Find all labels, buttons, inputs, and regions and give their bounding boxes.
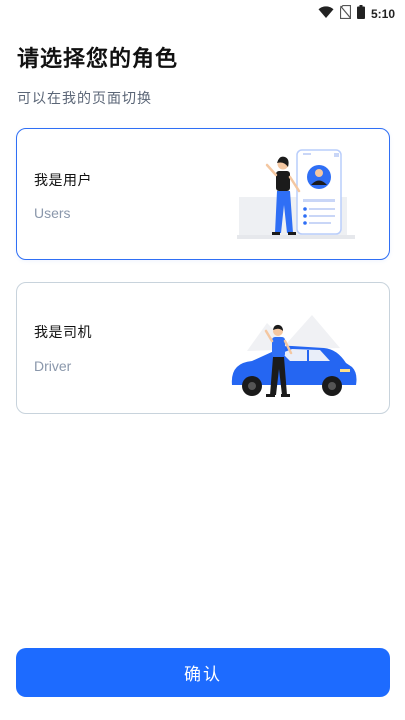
status-icons: 5:10 — [318, 4, 395, 23]
page-title: 请选择您的角色 — [17, 47, 179, 72]
driver-with-car-illustration — [222, 303, 362, 403]
role-card-driver[interactable]: 我是司机 Driver — [16, 282, 390, 414]
role-name: 我是用户 — [34, 173, 92, 189]
confirm-button[interactable]: 确认 — [16, 648, 390, 697]
role-card-user[interactable]: 我是用户 Users — [16, 128, 390, 260]
no-sim-icon — [339, 4, 352, 23]
battery-icon — [356, 4, 365, 23]
status-time: 5:10 — [370, 6, 395, 21]
role-en-label: Users — [34, 205, 71, 221]
role-name: 我是司机 — [34, 325, 92, 341]
page-subtitle: 可以在我的页面切换 — [17, 91, 152, 107]
role-en-label: Driver — [34, 358, 72, 374]
wifi-icon — [318, 4, 334, 23]
user-with-phone-illustration — [237, 147, 357, 247]
status-bar: 5:10 — [0, 0, 405, 26]
